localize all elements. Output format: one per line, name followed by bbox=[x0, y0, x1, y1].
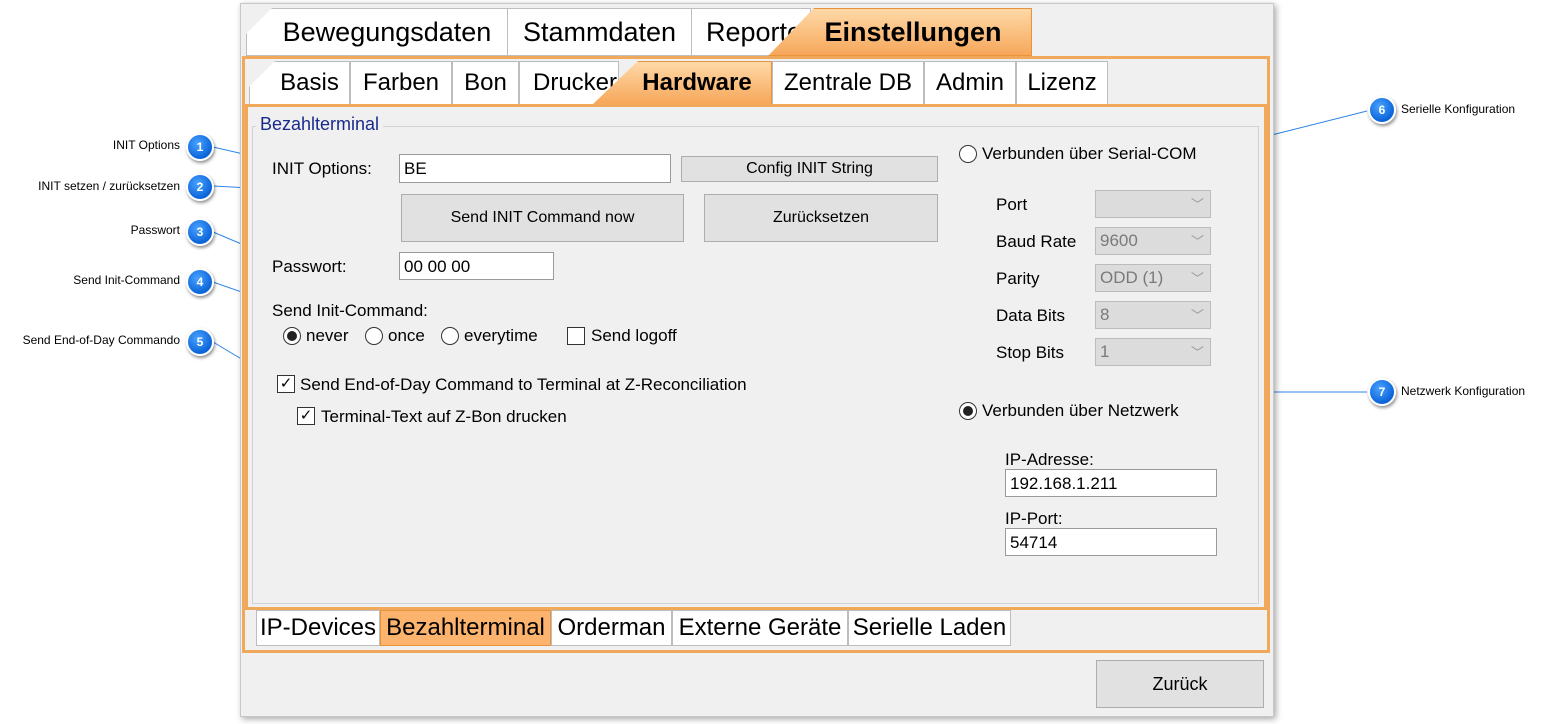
annotation-marker-7: 7 bbox=[1368, 378, 1396, 406]
annotation-marker-5: 5 bbox=[186, 328, 214, 356]
annotation-marker-4: 4 bbox=[186, 268, 214, 296]
annotation-label-1: INIT Options bbox=[112, 138, 180, 152]
tab-einstellungen[interactable]: Einstellungen bbox=[768, 8, 1032, 56]
group-title: Bezahlterminal bbox=[256, 114, 384, 135]
annotation-label-3: Passwort bbox=[130, 223, 180, 237]
annotation-marker-3: 3 bbox=[186, 218, 214, 246]
init-options-label: INIT Options: bbox=[272, 159, 372, 178]
radio-once[interactable] bbox=[365, 327, 383, 345]
radio-network[interactable] bbox=[959, 402, 977, 420]
annotation-marker-6: 6 bbox=[1368, 96, 1396, 124]
annotation-label-2: INIT setzen / zurücksetzen bbox=[38, 179, 180, 193]
radio-everytime[interactable] bbox=[441, 327, 459, 345]
port-label: Port bbox=[996, 195, 1028, 214]
annotation-marker-2: 2 bbox=[186, 173, 214, 201]
chevron-down-icon: ﹀ bbox=[1190, 271, 1204, 286]
print-terminal-text-label: Terminal-Text auf Z-Bon drucken bbox=[321, 407, 567, 426]
parity-label: Parity bbox=[996, 269, 1040, 288]
send-init-command-label: Send Init-Command: bbox=[272, 301, 428, 320]
back-button[interactable]: Zurück bbox=[1096, 660, 1264, 708]
tab-bewegungsdaten[interactable]: Bewegungsdaten bbox=[246, 8, 508, 56]
annotation-label-4: Send Init-Command bbox=[73, 273, 180, 287]
ip-address-label: IP-Adresse: bbox=[1005, 450, 1094, 469]
password-input[interactable]: 00 00 00 bbox=[399, 252, 554, 280]
annotation-label-6: Serielle Konfiguration bbox=[1401, 102, 1516, 116]
ip-port-input[interactable]: 54714 bbox=[1005, 528, 1217, 556]
radio-serial-com-label: Verbunden über Serial-COM bbox=[982, 144, 1197, 163]
baud-rate-value: 9600 bbox=[1100, 231, 1138, 250]
chevron-down-icon: ﹀ bbox=[1190, 345, 1204, 360]
send-logoff-checkbox[interactable] bbox=[567, 327, 585, 345]
send-logoff-label: Send logoff bbox=[591, 326, 677, 345]
parity-select[interactable]: ODD (1) ﹀ bbox=[1095, 264, 1211, 292]
tab-serielle-laden[interactable]: Serielle Laden bbox=[848, 610, 1011, 646]
baud-rate-select[interactable]: 9600 ﹀ bbox=[1095, 227, 1211, 255]
radio-everytime-label: everytime bbox=[464, 326, 538, 345]
tab-farben[interactable]: Farben bbox=[350, 61, 452, 105]
tab-lizenz[interactable]: Lizenz bbox=[1016, 61, 1108, 105]
radio-never[interactable] bbox=[283, 327, 301, 345]
tab-bezahlterminal[interactable]: Bezahlterminal bbox=[380, 610, 551, 646]
tab-stammdaten[interactable]: Stammdaten bbox=[507, 8, 692, 56]
tab-bon[interactable]: Bon bbox=[452, 61, 519, 105]
tab-externe-geraete[interactable]: Externe Geräte bbox=[672, 610, 848, 646]
data-bits-label: Data Bits bbox=[996, 306, 1065, 325]
radio-once-label: once bbox=[388, 326, 425, 345]
port-select[interactable]: ﹀ bbox=[1095, 190, 1211, 218]
annotation-marker-1: 1 bbox=[186, 133, 214, 161]
chevron-down-icon: ﹀ bbox=[1190, 308, 1204, 323]
radio-never-label: never bbox=[306, 326, 349, 345]
radio-serial-com[interactable] bbox=[959, 145, 977, 163]
annotation-label-7: Netzwerk Konfiguration bbox=[1401, 384, 1526, 398]
stop-bits-label: Stop Bits bbox=[996, 343, 1065, 362]
stop-bits-select[interactable]: 1 ﹀ bbox=[1095, 338, 1211, 366]
baud-rate-label: Baud Rate bbox=[996, 232, 1077, 251]
radio-network-label: Verbunden über Netzwerk bbox=[982, 401, 1179, 420]
data-bits-value: 8 bbox=[1100, 305, 1110, 324]
print-terminal-text-checkbox[interactable]: ✓ bbox=[297, 407, 315, 425]
eod-checkbox[interactable]: ✓ bbox=[277, 375, 295, 393]
stop-bits-value: 1 bbox=[1100, 342, 1110, 361]
password-label: Passwort: bbox=[272, 257, 347, 276]
eod-label: Send End-of-Day Command to Terminal at Z… bbox=[300, 375, 747, 394]
send-init-command-button[interactable]: Send INIT Command now bbox=[401, 194, 684, 242]
chevron-down-icon: ﹀ bbox=[1190, 197, 1204, 212]
ip-port-label: IP-Port: bbox=[1005, 509, 1063, 528]
tab-zentrale-db[interactable]: Zentrale DB bbox=[772, 61, 924, 105]
tab-admin[interactable]: Admin bbox=[924, 61, 1016, 105]
parity-value: ODD (1) bbox=[1100, 268, 1164, 287]
tab-ip-devices[interactable]: IP-Devices bbox=[256, 610, 380, 646]
ip-address-input[interactable]: 192.168.1.211 bbox=[1005, 469, 1217, 497]
annotation-label-5: Send End-of-Day Commando bbox=[22, 333, 180, 347]
chevron-down-icon: ﹀ bbox=[1190, 234, 1204, 249]
data-bits-select[interactable]: 8 ﹀ bbox=[1095, 301, 1211, 329]
reset-button[interactable]: Zurücksetzen bbox=[704, 194, 938, 242]
init-options-input[interactable]: BE bbox=[399, 154, 671, 183]
config-init-string-button[interactable]: Config INIT String bbox=[681, 156, 938, 182]
tab-orderman[interactable]: Orderman bbox=[551, 610, 672, 646]
